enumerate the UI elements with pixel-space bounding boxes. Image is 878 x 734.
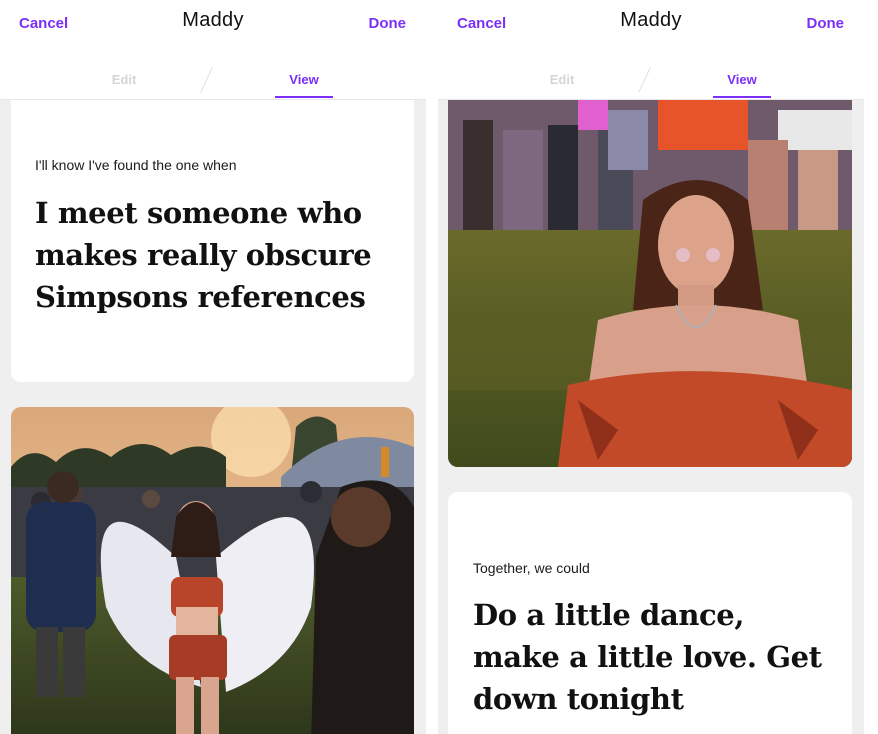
prompt-card[interactable]: Together, we could Do a little dance, ma… <box>448 492 852 734</box>
profile-photo[interactable] <box>11 407 414 734</box>
prompt-card[interactable]: I'll know I've found the one when I meet… <box>11 100 414 382</box>
done-button[interactable]: Done <box>369 15 407 32</box>
prompt-question: Together, we could <box>473 560 590 576</box>
screen-gap <box>426 0 438 734</box>
top-bar: Cancel Maddy Done Edit View <box>438 0 864 100</box>
prompt-answer: Do a little dance, make a little love. G… <box>473 598 822 716</box>
tab-edit[interactable]: Edit <box>532 72 592 87</box>
tab-view[interactable]: View <box>712 72 772 87</box>
right-screen: Cancel Maddy Done Edit View Together, we… <box>438 0 864 734</box>
photo-festival-angel-wings-icon <box>11 407 414 734</box>
profile-photo[interactable] <box>448 100 852 467</box>
active-tab-indicator <box>275 96 333 98</box>
left-screen: Cancel Maddy Done Edit View I'll know I'… <box>0 0 426 734</box>
profile-name-title: Maddy <box>620 9 682 31</box>
tab-divider <box>200 67 213 93</box>
photo-festival-portrait-icon <box>448 100 852 467</box>
right-edge <box>864 0 878 734</box>
tab-edit[interactable]: Edit <box>94 72 154 87</box>
tab-divider <box>638 67 651 93</box>
active-tab-indicator <box>713 96 771 98</box>
tab-view[interactable]: View <box>274 72 334 87</box>
top-bar: Cancel Maddy Done Edit View <box>0 0 426 100</box>
prompt-question: I'll know I've found the one when <box>35 157 237 173</box>
done-button[interactable]: Done <box>807 15 845 32</box>
prompt-answer: I meet someone who makes really obscure … <box>35 196 372 314</box>
profile-name-title: Maddy <box>182 9 244 31</box>
